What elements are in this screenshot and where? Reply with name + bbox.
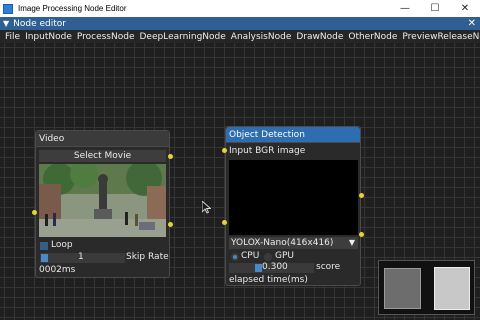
- video-node[interactable]: Video Select Movie Loop 1 Skip Rate 0002…: [35, 130, 170, 278]
- video-input-pin[interactable]: [32, 210, 37, 215]
- skip-rate-label: Skip Rate: [126, 252, 169, 262]
- window-titlebar: Image Processing Node Editor — ☐ ✕: [0, 0, 480, 17]
- window-title: Image Processing Node Editor: [18, 4, 127, 13]
- menu-draw-node[interactable]: DrawNode: [291, 32, 343, 42]
- detection-output-image-pin[interactable]: [359, 193, 364, 198]
- score-slider-grab[interactable]: [255, 264, 262, 272]
- gpu-radio[interactable]: [264, 253, 272, 261]
- node-editor-header: ▼ Node editor ✕: [0, 17, 480, 30]
- mouse-pointer-icon: [202, 201, 211, 214]
- loop-label: Loop: [51, 240, 73, 250]
- input-bgr-image-label: Input BGR image: [229, 146, 306, 156]
- cpu-label: CPU: [241, 251, 260, 261]
- collapse-triangle-icon[interactable]: ▼: [3, 19, 9, 28]
- menu-process-node[interactable]: ProcessNode: [72, 32, 135, 42]
- score-value: 0.300: [262, 262, 288, 272]
- model-select-value: YOLOX-Nano(416x416): [231, 238, 334, 248]
- minimap-node-object-detection[interactable]: [434, 267, 470, 310]
- select-movie-button[interactable]: Select Movie: [39, 150, 166, 162]
- cpu-radio[interactable]: [231, 253, 239, 261]
- minimap[interactable]: [378, 260, 475, 315]
- minimize-button[interactable]: —: [390, 0, 420, 17]
- node-editor-close-icon[interactable]: ✕: [468, 17, 476, 30]
- menu-preview-release-node[interactable]: PreviewReleaseNode: [397, 32, 480, 42]
- skip-rate-value: 1: [78, 252, 84, 262]
- chevron-down-icon[interactable]: ▼: [346, 237, 358, 249]
- menu-analysis-node[interactable]: AnalysisNode: [226, 32, 292, 42]
- video-node-title[interactable]: Video: [36, 131, 169, 147]
- score-slider[interactable]: 0.300: [229, 262, 314, 273]
- skip-rate-slider[interactable]: 1: [40, 252, 125, 263]
- app-icon: [3, 3, 13, 14]
- close-button[interactable]: ✕: [450, 0, 480, 17]
- skip-rate-slider-grab[interactable]: [41, 254, 48, 262]
- score-label: score: [316, 262, 341, 272]
- street-scene-image: [39, 164, 166, 237]
- video-output-image-pin[interactable]: [168, 154, 173, 159]
- detection-score-pin[interactable]: [222, 220, 227, 225]
- detection-preview-image: [229, 160, 358, 235]
- menu-input-node[interactable]: InputNode: [20, 32, 72, 42]
- menu-bar: File InputNode ProcessNode DeepLearningN…: [0, 30, 480, 43]
- video-output-elapsed-pin[interactable]: [168, 222, 173, 227]
- window-controls: — ☐ ✕: [390, 0, 480, 17]
- maximize-button[interactable]: ☐: [420, 0, 450, 17]
- elapsed-time-label: elapsed time(ms): [229, 275, 308, 285]
- gpu-label: GPU: [275, 251, 294, 261]
- minimap-node-video[interactable]: [384, 268, 421, 309]
- model-select[interactable]: YOLOX-Nano(416x416) ▼: [229, 237, 358, 249]
- object-detection-node[interactable]: Object Detection Input BGR image YOLOX-N…: [225, 126, 361, 286]
- video-preview-image: [39, 164, 166, 237]
- detection-elapsed-pin[interactable]: [359, 232, 364, 237]
- menu-file[interactable]: File: [0, 32, 20, 42]
- object-detection-title[interactable]: Object Detection: [226, 127, 360, 143]
- loop-checkbox[interactable]: [40, 242, 48, 250]
- node-editor-title: Node editor: [13, 18, 66, 29]
- menu-deep-learning-node[interactable]: DeepLearningNode: [135, 32, 226, 42]
- video-elapsed-time: 0002ms: [39, 265, 76, 275]
- menu-other-node[interactable]: OtherNode: [343, 32, 397, 42]
- detection-input-image-pin[interactable]: [222, 148, 227, 153]
